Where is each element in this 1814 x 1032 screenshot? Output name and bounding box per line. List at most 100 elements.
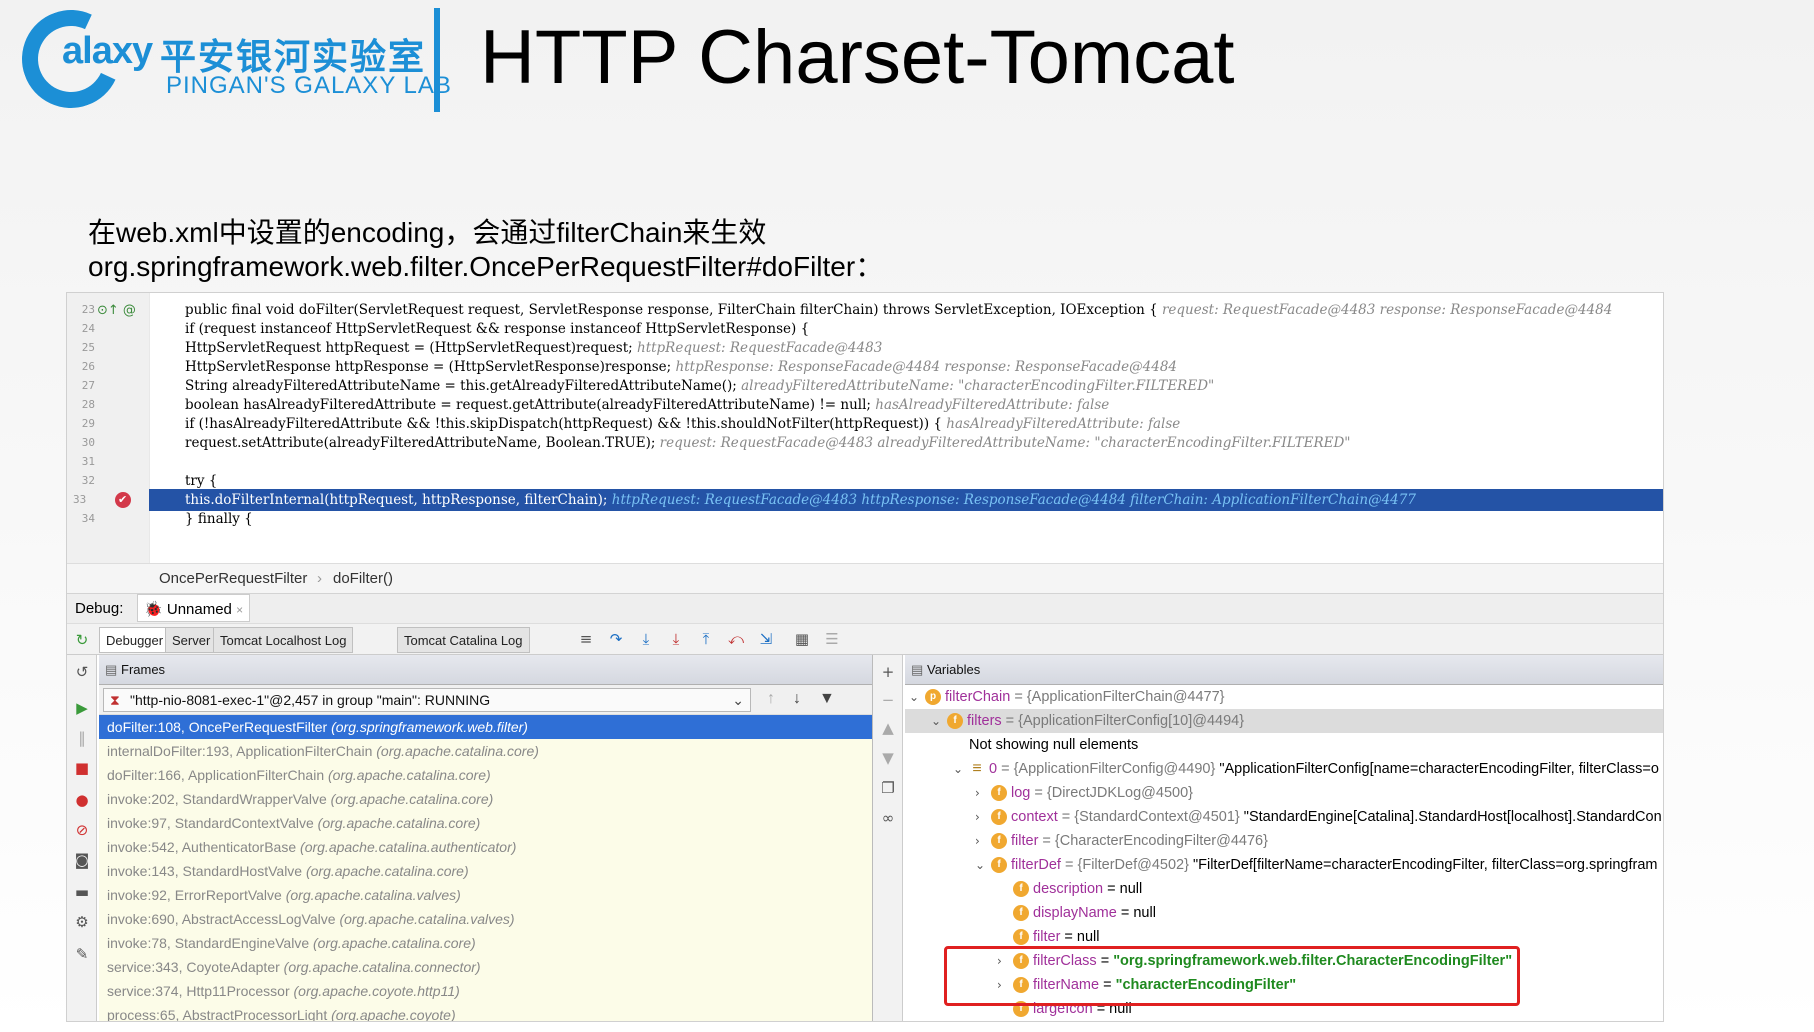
frame-item[interactable]: invoke:78, StandardEngineValve (org.apac… <box>99 931 872 955</box>
remove-icon[interactable]: − <box>879 691 897 709</box>
variable-row[interactable]: Not showing null elements <box>953 733 1138 757</box>
drop-frame-icon[interactable]: ⤺ <box>727 630 745 648</box>
step-into-icon[interactable]: ⤓ <box>637 630 655 648</box>
frame-item[interactable]: service:374, Http11Processor (org.apache… <box>99 979 872 1003</box>
variable-row[interactable]: › f context = {StandardContext@4501} "Stan… <box>975 805 1662 829</box>
code-source: if (request instanceof HttpServletReques… <box>185 321 810 337</box>
frames-title: Frames <box>121 662 166 677</box>
force-step-into-icon[interactable]: ⤓ <box>667 630 685 648</box>
variable-row[interactable]: ⌄ f filters = {ApplicationFilterConfig[10]… <box>905 709 1663 733</box>
frame-method: invoke:202, StandardWrapperValve <box>107 791 331 807</box>
tab-tomcat-localhost-log[interactable]: Tomcat Localhost Log <box>213 627 354 653</box>
pause-icon[interactable]: ‖ <box>73 729 91 747</box>
code-source: HttpServletResponse httpResponse = (Http… <box>185 359 672 375</box>
code-editor[interactable]: 23 ⊙↑ @ public final void doFilter(Servlet… <box>67 293 1663 563</box>
step-over-icon[interactable]: ↷ <box>607 630 625 648</box>
variable-value: = {CharacterEncodingFilter@4476} <box>1042 833 1268 849</box>
frame-item[interactable]: service:343, CoyoteAdapter (org.apache.c… <box>99 955 872 979</box>
chevron-right-icon[interactable]: › <box>975 781 991 805</box>
variables-header: ▤ Variables <box>905 655 1663 685</box>
inline-value-hint: hasAlreadyFilteredAttribute: false <box>941 416 1181 432</box>
debug-session-tab[interactable]: 🐞 Unnamed × <box>137 594 251 622</box>
variable-row[interactable]: › f log = {DirectJDKLog@4500} <box>975 781 1193 805</box>
line-number[interactable]: 34 <box>73 508 95 530</box>
chevron-down-icon[interactable]: ⌄ <box>975 853 991 877</box>
frame-method: invoke:143, StandardHostValve <box>107 863 306 879</box>
copy-icon[interactable]: ❐ <box>879 779 897 797</box>
frame-item[interactable]: invoke:92, ErrorReportValve (org.apache.… <box>99 883 872 907</box>
menu-icon[interactable]: ≡ <box>577 630 595 648</box>
variable-string: "StandardEngine[Catalina].StandardHost[l… <box>1239 809 1662 825</box>
header-divider <box>434 8 440 112</box>
frame-item[interactable]: process:65, AbstractProcessorLight (org.… <box>99 1003 872 1022</box>
rerun-icon[interactable]: ↻ <box>73 631 91 649</box>
frame-item[interactable]: doFilter:166, ApplicationFilterChain (or… <box>99 763 872 787</box>
close-icon[interactable]: × <box>236 603 243 617</box>
evaluate-icon[interactable]: ▦ <box>793 630 811 648</box>
frame-method: invoke:690, AbstractAccessLogValve <box>107 911 340 927</box>
code-line[interactable]: 34 } finally { <box>67 508 1663 530</box>
mute-breakpoints-icon[interactable]: ⊘ <box>73 821 91 839</box>
layout-icon[interactable]: ▬ <box>73 883 91 901</box>
variable-name: description <box>1033 881 1108 897</box>
field-icon: f <box>991 833 1007 850</box>
frame-method: process:65, AbstractProcessorLight <box>107 1007 332 1022</box>
array-icon: ≡ <box>972 760 982 778</box>
debug-side-strip: ↺ ▶ ‖ ■ ● ⊘ ◙ ▬ ⚙ ✎ <box>67 655 97 1021</box>
variables-title: Variables <box>927 662 981 677</box>
chevron-right-icon[interactable]: › <box>975 829 991 853</box>
chevron-down-icon[interactable]: ⌄ <box>953 757 969 781</box>
frame-item[interactable]: invoke:542, AuthenticatorBase (org.apach… <box>99 835 872 859</box>
pin-icon[interactable]: ✎ <box>73 945 91 963</box>
variable-row[interactable]: ⌄ p filterChain = {ApplicationFilterChain@… <box>909 685 1225 709</box>
field-icon: f <box>1013 905 1029 922</box>
watch-icon[interactable]: ∞ <box>879 809 897 827</box>
move-up-icon[interactable]: ▲ <box>879 719 897 737</box>
frame-method: invoke:97, StandardContextValve <box>107 815 318 831</box>
stop-icon[interactable]: ■ <box>73 759 91 777</box>
breadcrumb-class[interactable]: OncePerRequestFilter <box>159 564 307 594</box>
variable-row[interactable]: › f filter = {CharacterEncodingFilter@4476… <box>975 829 1268 853</box>
filter-icon[interactable]: ▼ <box>819 690 835 708</box>
chevron-down-icon[interactable]: ⌄ <box>909 685 925 709</box>
run-to-cursor-icon[interactable]: ⇲ <box>757 630 775 648</box>
variable-row[interactable]: f description = null <box>997 877 1142 901</box>
view-breakpoints-icon[interactable]: ● <box>73 791 91 809</box>
frame-item[interactable]: invoke:143, StandardHostValve (org.apach… <box>99 859 872 883</box>
frame-item[interactable]: invoke:690, AbstractAccessLogValve (org.… <box>99 907 872 931</box>
inline-value-hint: request: RequestFacade@4483 response: Re… <box>1157 302 1613 318</box>
restart-icon[interactable]: ↺ <box>73 663 91 681</box>
variable-row[interactable]: ⌄ f filterDef = {FilterDef@4502} "FilterDe… <box>975 853 1657 877</box>
variable-name: filterDef <box>1011 857 1065 873</box>
breadcrumb-sep: › <box>317 570 322 587</box>
variable-row[interactable]: ⌄ ≡ 0 = {ApplicationFilterConfig@4490} "Ap… <box>953 757 1659 781</box>
tab-debugger[interactable]: Debugger <box>99 627 171 653</box>
frame-item-selected[interactable]: doFilter:108, OncePerRequestFilter (org.… <box>99 715 872 739</box>
tab-tomcat-catalina-log[interactable]: Tomcat Catalina Log <box>397 627 530 653</box>
add-icon[interactable]: + <box>879 663 897 681</box>
thread-dropdown[interactable]: ⧗ "http-nio-8081-exec-1"@2,457 in group … <box>103 688 751 712</box>
breakpoint-icon[interactable] <box>115 489 131 511</box>
tab-server[interactable]: Server <box>165 627 218 653</box>
bug-icon: 🐞 <box>144 601 163 618</box>
resume-icon[interactable]: ▶ <box>73 699 91 717</box>
up-arrow-icon[interactable]: ↑ <box>767 690 775 708</box>
down-arrow-icon[interactable]: ↓ <box>793 690 801 708</box>
step-out-icon[interactable]: ⤒ <box>697 630 715 648</box>
frame-package: (org.apache.catalina.core) <box>305 863 469 879</box>
chevron-down-icon[interactable]: ⌄ <box>931 709 947 733</box>
frame-item[interactable]: invoke:97, StandardContextValve (org.apa… <box>99 811 872 835</box>
breadcrumb-method[interactable]: doFilter() <box>333 564 393 594</box>
variable-name: filterChain <box>945 689 1015 705</box>
move-down-icon[interactable]: ▼ <box>879 749 897 767</box>
frame-item[interactable]: invoke:202, StandardWrapperValve (org.ap… <box>99 787 872 811</box>
variable-row[interactable]: f displayName = null <box>997 901 1156 925</box>
frame-method: doFilter:166, ApplicationFilterChain <box>107 767 329 783</box>
debug-label: Debug: <box>75 600 124 617</box>
settings-icon[interactable]: ⚙ <box>73 913 91 931</box>
trace-icon[interactable]: ☰ <box>823 630 841 648</box>
frame-item[interactable]: internalDoFilter:193, ApplicationFilterC… <box>99 739 872 763</box>
chevron-right-icon[interactable]: › <box>975 805 991 829</box>
code-source: } finally { <box>185 511 253 527</box>
camera-icon[interactable]: ◙ <box>73 851 91 869</box>
